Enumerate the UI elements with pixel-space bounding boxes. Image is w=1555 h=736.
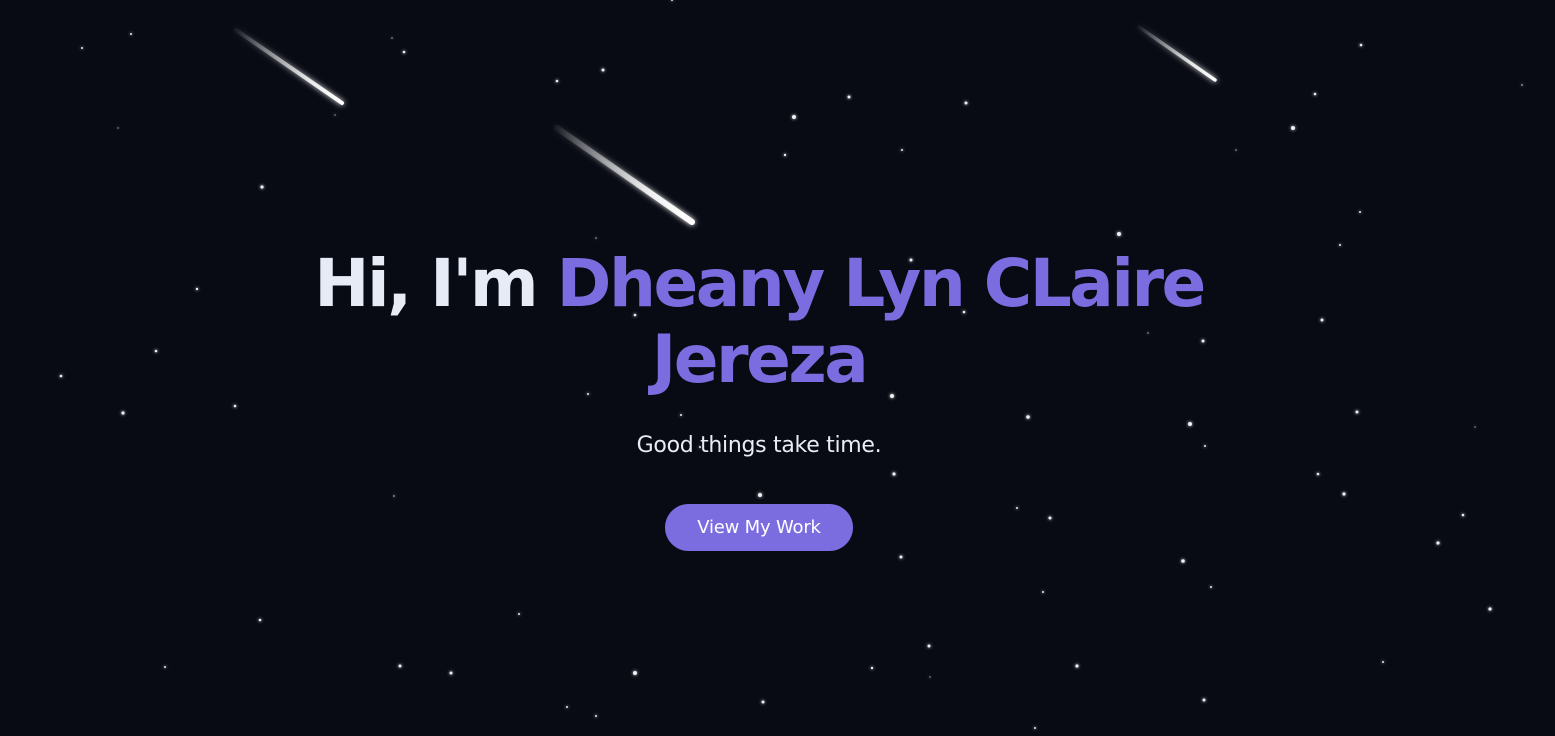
greeting-text: Hi, I'm	[314, 245, 538, 322]
hero-heading: Hi, I'm Dheany Lyn CLaire Jereza	[277, 246, 1241, 398]
hero-content: Hi, I'm Dheany Lyn CLaire Jereza Good th…	[0, 0, 1555, 736]
tagline: Good things take time.	[636, 433, 882, 458]
name-text: Dheany Lyn CLaire Jereza	[556, 245, 1207, 398]
view-my-work-button[interactable]: View My Work	[665, 504, 853, 551]
hero-section: Hi, I'm Dheany Lyn CLaire Jereza Good th…	[0, 0, 1555, 736]
